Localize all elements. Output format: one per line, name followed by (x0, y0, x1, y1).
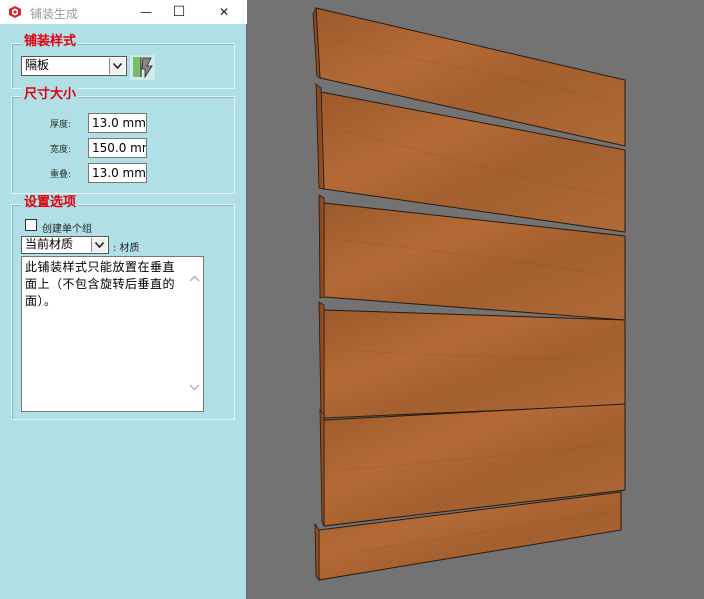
window-title: 铺装生成 (30, 7, 79, 21)
overlap-label: 重叠: (50, 170, 72, 180)
create-single-group-label: 创建单个组 (42, 224, 92, 235)
paving-dialog: 铺装生成 — ☐ ✕ 铺装样式 隔板 尺寸大小 厚度: 13.0 mm 宽度: … (0, 0, 247, 599)
width-input[interactable]: 150.0 mm (88, 138, 147, 158)
note-text: 此铺装样式只能放置在垂直面上（不包含旋转后垂直的面）。 (25, 260, 176, 308)
chevron-down-icon (91, 238, 107, 252)
wood-board (323, 309, 626, 419)
maximize-icon: ☐ (172, 4, 186, 20)
title-bar: 铺装生成 — ☐ ✕ (0, 0, 247, 24)
paving-style-select[interactable]: 隔板 (21, 56, 127, 76)
board-edge (318, 194, 325, 299)
width-value: 150.0 mm (92, 141, 146, 155)
note-scrollbar[interactable] (186, 257, 203, 411)
dimensions-group-label: 尺寸大小 (22, 87, 79, 103)
minimize-icon: — (140, 5, 152, 19)
overlap-input[interactable]: 13.0 mm (88, 163, 147, 183)
width-label: 宽度: (50, 145, 72, 155)
scroll-up-icon[interactable] (189, 275, 200, 282)
overlap-value: 13.0 mm (92, 166, 146, 180)
board-edge (318, 301, 325, 419)
options-group-label: 设置选项 (22, 195, 79, 211)
material-select[interactable]: 当前材质 (21, 236, 109, 254)
close-icon: ✕ (218, 5, 230, 19)
create-single-group-checkbox[interactable] (25, 219, 37, 231)
close-button[interactable]: ✕ (204, 0, 244, 24)
scroll-down-icon[interactable] (189, 384, 200, 391)
board-edge (319, 409, 325, 527)
3d-viewport[interactable] (247, 0, 704, 599)
material-value: 当前材质 (25, 237, 74, 251)
board-edge (314, 522, 320, 582)
note-textarea[interactable]: 此铺装样式只能放置在垂直面上（不包含旋转后垂直的面）。 (21, 256, 204, 412)
material-suffix-label: : 材质 (113, 243, 140, 254)
paving-preview-icon[interactable] (130, 55, 155, 80)
paving-style-group-label: 铺装样式 (22, 34, 79, 50)
thickness-input[interactable]: 13.0 mm (88, 113, 147, 133)
sketchup-icon (9, 6, 21, 18)
thickness-value: 13.0 mm (92, 116, 146, 130)
chevron-down-icon (109, 58, 125, 74)
maximize-button[interactable]: ☐ (159, 0, 199, 24)
paving-style-value: 隔板 (25, 58, 50, 72)
thickness-label: 厚度: (50, 120, 72, 130)
